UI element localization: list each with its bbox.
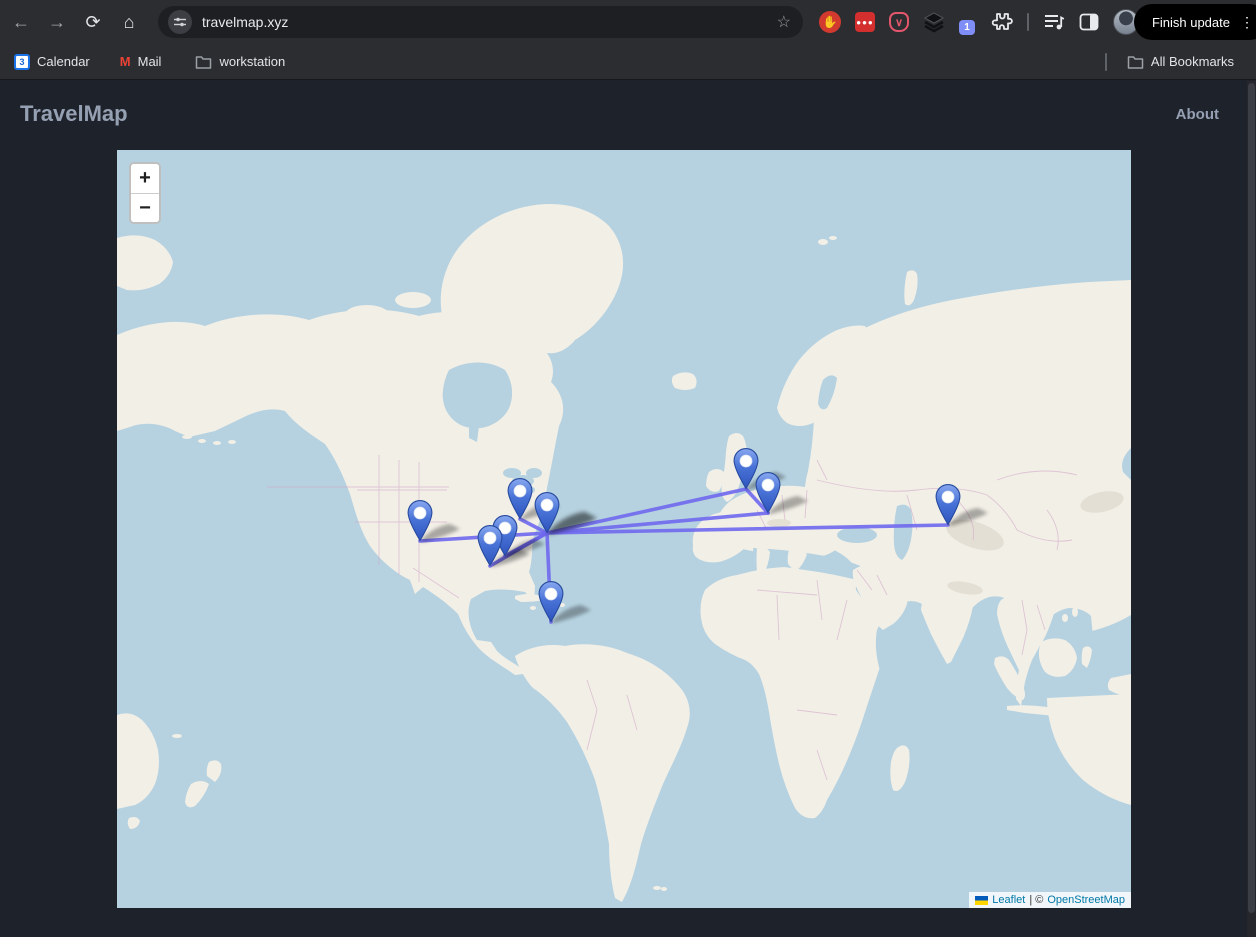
nav-about-link[interactable]: About	[1176, 106, 1219, 123]
leaflet-link[interactable]: Leaflet	[992, 894, 1025, 906]
pocket-icon[interactable]: ∨	[889, 12, 909, 32]
scrollbar-thumb[interactable]	[1248, 83, 1255, 913]
all-bookmarks-button[interactable]: All Bookmarks	[1119, 50, 1242, 73]
bookmark-label: Calendar	[37, 54, 90, 69]
browser-toolbar: ← → ⟳ ⌂ travelmap.xyz ☆ ✋ ●●● ∨ 1	[0, 0, 1256, 44]
leaflet-zoom-control: + −	[129, 162, 161, 224]
travelmap-page: TravelMap About	[0, 81, 1247, 937]
layers-icon[interactable]	[923, 11, 945, 33]
bookmark-calendar[interactable]: 3 Calendar	[6, 50, 98, 74]
browser-menu-icon[interactable]: ⋮	[1240, 14, 1254, 31]
finish-update-label: Finish update	[1152, 15, 1230, 30]
bookmarks-separator	[1105, 53, 1107, 71]
calendar-icon: 3	[14, 54, 30, 70]
folder-icon	[1127, 55, 1144, 69]
side-panel-icon[interactable]	[1079, 12, 1099, 32]
map-attribution: Leaflet | © OpenStreetMap	[969, 892, 1131, 908]
gmail-icon: M	[120, 54, 131, 69]
leaflet-map[interactable]: + − Leaflet | © OpenStreetMap	[117, 150, 1131, 908]
all-bookmarks-label: All Bookmarks	[1151, 54, 1234, 69]
bookmarks-bar: 3 Calendar M Mail workstation All Bookma…	[0, 44, 1256, 80]
page-title: TravelMap	[20, 101, 128, 127]
reload-icon[interactable]: ⟳	[78, 7, 108, 37]
address-bar[interactable]: travelmap.xyz ☆	[158, 6, 803, 38]
toolbar-separator	[1027, 13, 1029, 31]
page-scrollbar[interactable]	[1247, 81, 1256, 937]
openstreetmap-link[interactable]: OpenStreetMap	[1047, 894, 1125, 906]
folder-icon	[195, 55, 212, 69]
attribution-separator: | ©	[1029, 894, 1043, 906]
tune-sliders-icon	[174, 16, 186, 28]
site-info-icon[interactable]	[168, 10, 192, 34]
forward-icon[interactable]: →	[42, 7, 72, 37]
bookmark-label: workstation	[219, 54, 285, 69]
bookmark-mail[interactable]: M Mail	[112, 50, 170, 73]
back-icon[interactable]: ←	[6, 7, 36, 37]
extensions-puzzle-icon[interactable]	[989, 10, 1013, 34]
extension-badge[interactable]: 1	[959, 20, 975, 35]
media-controls-icon[interactable]	[1043, 12, 1065, 32]
url-text[interactable]: travelmap.xyz	[202, 14, 775, 30]
world-map[interactable]	[117, 150, 1131, 908]
password-manager-icon[interactable]: ●●●	[855, 12, 875, 32]
zoom-in-button[interactable]: +	[131, 164, 159, 193]
bookmark-label: Mail	[138, 54, 162, 69]
zoom-out-button[interactable]: −	[131, 193, 159, 222]
finish-update-button[interactable]: Finish update ⋮	[1134, 4, 1256, 40]
bookmark-folder-workstation[interactable]: workstation	[187, 50, 293, 73]
home-icon[interactable]: ⌂	[114, 7, 144, 37]
ukraine-flag-icon	[975, 896, 988, 905]
extensions-row: ✋ ●●● ∨ 1	[819, 9, 1139, 35]
adblock-icon[interactable]: ✋	[819, 11, 841, 33]
bookmark-star-icon[interactable]: ☆	[775, 12, 793, 32]
